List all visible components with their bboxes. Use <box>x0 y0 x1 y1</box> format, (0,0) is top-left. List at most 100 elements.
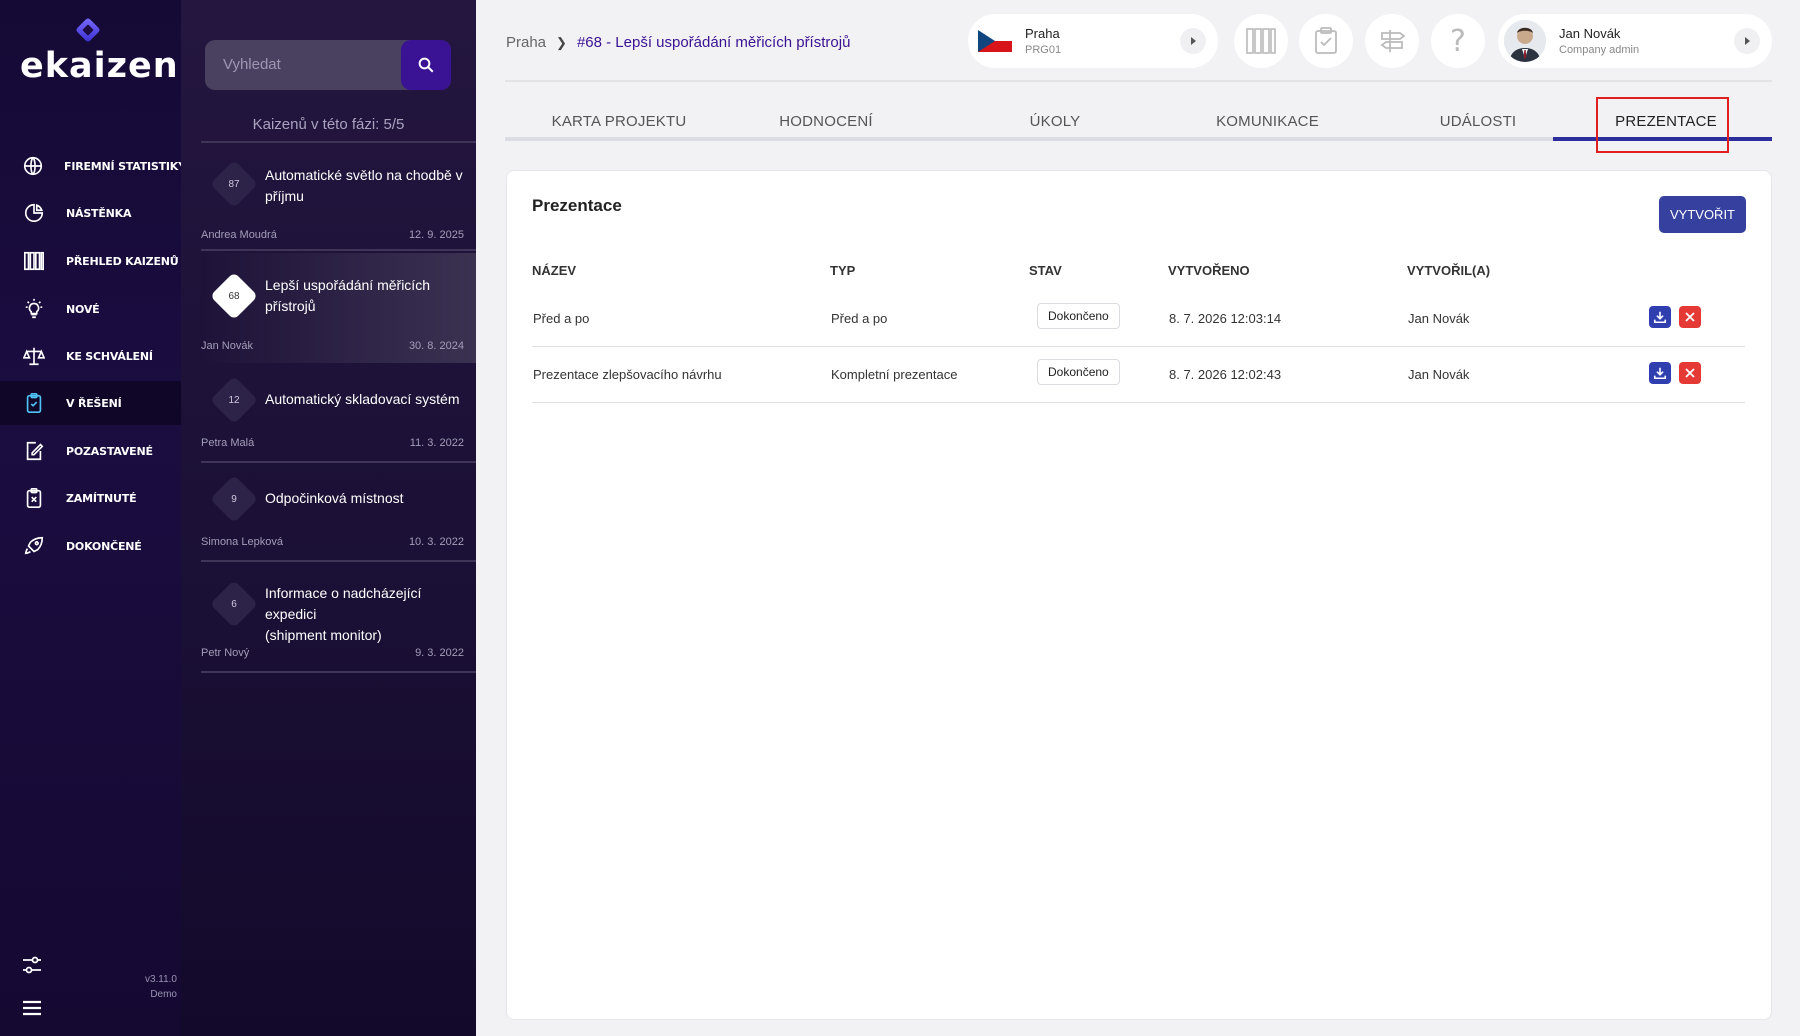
cell-name: Prezentace zlepšovacího návrhu <box>533 367 722 382</box>
kaizen-list-item-active[interactable]: 68 Lepší uspořádání měřicích přístrojů Ja… <box>201 253 476 363</box>
columns-icon <box>1246 28 1276 54</box>
kaizen-author: Jan Novák <box>201 340 253 352</box>
breadcrumb: Praha ❯ #68 - Lepší uspořádání měřicích … <box>506 34 850 51</box>
logo-mark-icon <box>76 18 100 42</box>
delete-button[interactable] <box>1679 362 1701 384</box>
kaizen-list-item[interactable]: 6 Informace o nadcházející expedici (ship… <box>201 563 476 673</box>
tab-events[interactable]: UDÁLOSTI <box>1408 100 1548 142</box>
chevron-right-icon: ❯ <box>556 34 567 50</box>
kaizen-list-item[interactable]: 87 Automatické světlo na chodbě v příjmu … <box>201 143 476 251</box>
signpost-icon <box>1380 30 1406 52</box>
cell-type: Před a po <box>831 311 888 326</box>
tab-project-card[interactable]: KARTA PROJEKTU <box>523 100 715 142</box>
column-header-type: TYP <box>830 263 856 278</box>
kaizen-number: 6 <box>231 598 237 610</box>
kaizen-date: 9. 3. 2022 <box>415 647 464 659</box>
download-icon <box>1653 367 1667 380</box>
nav-item-dashboard[interactable]: NÁSTĚNKA <box>0 191 181 235</box>
avatar <box>1504 20 1546 62</box>
nav-label: POZASTAVENÉ <box>66 444 153 458</box>
user-role: Company admin <box>1559 44 1640 56</box>
user-name: Jan Novák <box>1559 26 1621 41</box>
kaizen-title: Lepší uspořádání měřicích přístrojů <box>265 277 430 314</box>
globe-icon <box>22 154 44 178</box>
nav-label: NÁSTĚNKA <box>66 206 132 220</box>
kaizen-author: Petr Nový <box>201 647 250 659</box>
kaizen-list-item[interactable]: 9 Odpočinková místnost Simona Lepková 10… <box>201 464 476 562</box>
menu-icon[interactable] <box>20 996 44 1020</box>
search-box[interactable]: Vyhledat <box>205 40 451 90</box>
header-divider <box>505 80 1772 82</box>
nav-label: PŘEHLED KAIZENŮ <box>66 254 179 268</box>
help-button[interactable]: ? <box>1431 14 1485 68</box>
kaizen-number: 12 <box>228 394 240 406</box>
search-button[interactable] <box>401 40 451 90</box>
delete-button[interactable] <box>1679 306 1701 328</box>
kaizen-number: 9 <box>231 493 237 505</box>
search-input[interactable]: Vyhledat <box>223 56 281 73</box>
nav-item-completed[interactable]: DOKONČENÉ <box>0 524 181 568</box>
kanban-button[interactable] <box>1234 14 1288 68</box>
environment-label: Demo <box>150 989 177 1000</box>
lightbulb-icon <box>22 297 46 321</box>
location-selector[interactable]: Praha PRG01 <box>968 14 1218 68</box>
cell-author: Jan Novák <box>1408 311 1470 326</box>
tab-communication[interactable]: KOMUNIKACE <box>1185 100 1350 142</box>
close-icon <box>1685 368 1695 378</box>
column-header-author: VYTVOŘIL(A) <box>1407 263 1491 278</box>
table-row: Před a po Před a po Dokončeno 8. 7. 2026… <box>532 291 1745 347</box>
status-badge: Dokončeno <box>1037 359 1120 385</box>
kaizen-title: Automatický skladovací systém <box>265 391 460 407</box>
kaizen-title: Informace o nadcházející expedici (shipme… <box>265 585 422 643</box>
kaizen-title: Automatické světlo na chodbě v příjmu <box>265 167 463 204</box>
location-code: PRG01 <box>1025 44 1062 56</box>
pie-chart-icon <box>22 201 46 225</box>
cell-name: Před a po <box>533 311 590 326</box>
ekaizen-logo[interactable]: ekaizen <box>20 16 178 86</box>
tab-tasks[interactable]: ÚKOLY <box>1000 100 1110 142</box>
pause-doc-icon <box>22 439 46 463</box>
project-tabs: KARTA PROJEKTU HODNOCENÍ ÚKOLY KOMUNIKAC… <box>505 100 1772 142</box>
kaizen-number: 87 <box>228 178 240 190</box>
card-title: Prezentace <box>532 196 622 215</box>
nav-item-for-approval[interactable]: KE SCHVÁLENÍ <box>0 334 181 378</box>
column-header-name: NÁZEV <box>532 263 577 278</box>
nav-label: V ŘEŠENÍ <box>66 396 122 410</box>
kaizen-title: Odpočinková místnost <box>265 490 404 506</box>
directions-button[interactable] <box>1365 14 1419 68</box>
kaizen-list-item[interactable]: 12 Automatický skladovací systém Petra M… <box>201 365 476 463</box>
kaizen-date: 11. 3. 2022 <box>409 437 464 449</box>
cell-created: 8. 7. 2026 12:02:43 <box>1169 367 1282 382</box>
nav-label: ZAMÍTNUTÉ <box>66 491 137 505</box>
location-name: Praha <box>1025 26 1060 41</box>
breadcrumb-home[interactable]: Praha <box>506 34 546 51</box>
nav-item-company-stats[interactable]: FIREMNÍ STATISTIKY <box>0 144 186 188</box>
kaizen-date: 12. 9. 2025 <box>408 229 464 241</box>
nav-item-rejected[interactable]: ZAMÍTNUTÉ <box>0 476 181 520</box>
download-button[interactable] <box>1649 306 1671 328</box>
download-icon <box>1653 311 1667 324</box>
nav-item-kaizen-overview[interactable]: PŘEHLED KAIZENŮ <box>0 239 181 283</box>
user-menu[interactable]: Jan Novák Company admin <box>1498 14 1772 68</box>
tab-evaluation[interactable]: HODNOCENÍ <box>742 100 910 142</box>
nav-item-in-progress[interactable]: V ŘEŠENÍ <box>0 381 181 425</box>
app-version: v3.11.0 Demo <box>145 972 177 1002</box>
clipboard-x-icon <box>22 486 46 510</box>
kaizen-list-panel: Vyhledat Kaizenů v této fázi: 5/5 87 Aut… <box>181 0 476 1036</box>
tasks-button[interactable] <box>1299 14 1353 68</box>
filter-settings-icon[interactable] <box>20 953 44 977</box>
czech-flag-icon <box>978 30 1012 52</box>
kaizen-date: 10. 3. 2022 <box>408 536 464 548</box>
cell-created: 8. 7. 2026 12:03:14 <box>1169 311 1282 326</box>
scales-icon <box>22 344 46 368</box>
nav-item-paused[interactable]: POZASTAVENÉ <box>0 429 181 473</box>
highlight-box <box>1596 97 1729 153</box>
nav-item-new[interactable]: NOVÉ <box>0 287 181 331</box>
caret-right-icon <box>1180 28 1206 54</box>
clipboard-progress-icon <box>22 391 46 415</box>
table-row: Prezentace zlepšovacího návrhu Kompletní… <box>532 347 1745 403</box>
create-button[interactable]: VYTVOŘIT <box>1659 196 1746 233</box>
question-mark-icon: ? <box>1450 23 1466 59</box>
download-button[interactable] <box>1649 362 1671 384</box>
version-number: v3.11.0 <box>144 974 177 985</box>
